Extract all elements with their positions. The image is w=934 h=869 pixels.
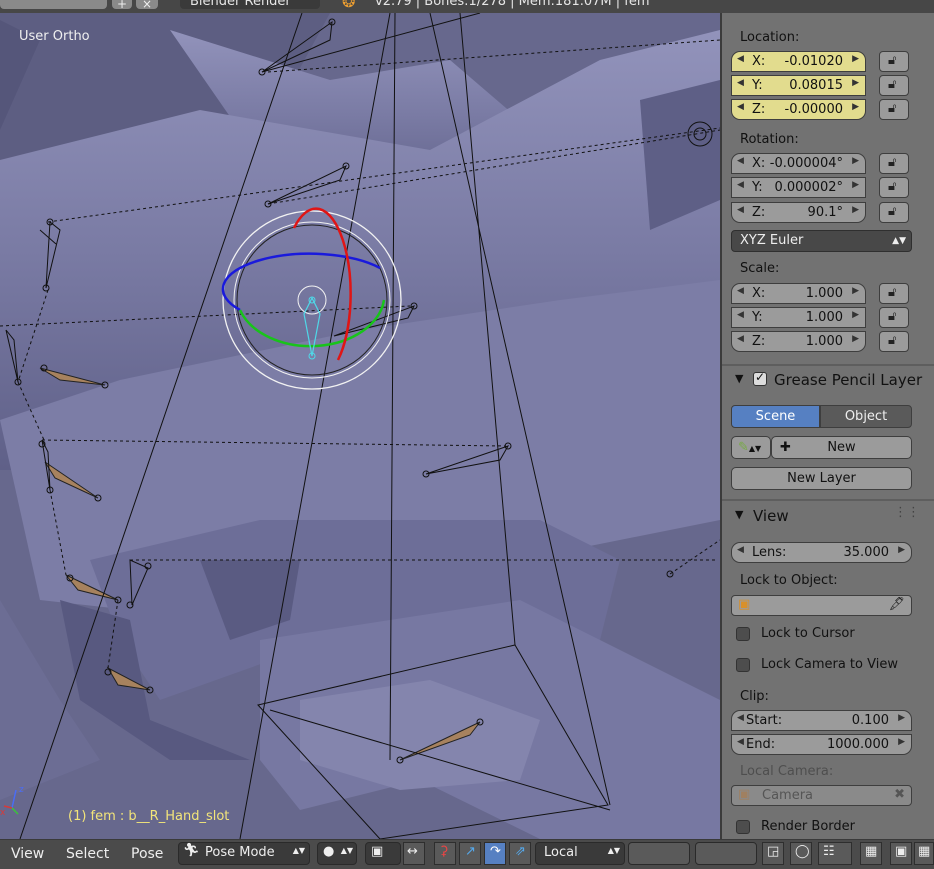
lock-camera-label: Lock Camera to View [761,657,898,672]
lock-rotation-y-icon[interactable]: 🔓︎ [879,177,909,198]
camera-icon: ▣ [738,787,751,802]
render-engine-select[interactable]: Blender Render [180,0,320,9]
render-engine-label: Blender Render [190,0,291,9]
grease-pencil-checkbox[interactable]: ✓ [753,370,767,386]
lock-layers-icon[interactable]: ◲ [762,842,784,865]
rotation-mode-select[interactable]: XYZ Euler ▲▼ [731,230,912,252]
grease-pencil-title: Grease Pencil Layer [774,371,923,389]
rotation-label: Rotation: [740,132,799,147]
viewport-title: User Ortho [19,29,90,44]
lock-to-cursor-label: Lock to Cursor [761,626,855,641]
clear-icon[interactable]: ✖ [894,787,905,802]
rotation-y-field[interactable]: ◀ Y: 0.000002° ▶ [731,177,866,198]
render-animation-icon[interactable]: ▦ [914,842,934,865]
render-camera-icon[interactable]: ▣ [890,842,912,865]
rotation-z-field[interactable]: ◀ Z: 90.1° ▶ [731,202,866,223]
decrement-arrow-icon[interactable]: ◀ [737,54,744,64]
render-border-label: Render Border [761,819,855,834]
lock-to-object-label: Lock to Object: [740,573,838,588]
new-button[interactable]: ✚ New [771,436,912,459]
local-camera-field[interactable]: ▣ Camera ✖ [731,785,912,806]
pencil-icon[interactable]: ✎▲▼ [731,436,771,459]
render-border-checkbox[interactable] [736,820,750,834]
scene-field[interactable] [0,0,107,9]
clip-label: Clip: [740,689,769,704]
panel-separator [722,364,934,366]
drag-handle-icon[interactable]: ⋮⋮ [894,505,920,520]
pivot-point-select[interactable]: ▣ [365,842,401,865]
clip-end-field[interactable]: ◀ End: 1000.000 ▶ [731,734,912,755]
location-x-field[interactable]: ◀ X: -0.01020 ▶ [731,51,866,72]
object-cube-icon: ▣ [738,597,751,612]
collapse-triangle-icon[interactable]: ▼ [735,372,743,385]
blender-logo-icon: ❂ [342,0,356,11]
viewport-shading-select[interactable]: ● ▲▼ [317,842,357,865]
close-icon[interactable]: × [136,0,158,11]
svg-text:z: z [19,785,24,795]
rotate-icon[interactable]: ↷ [484,842,506,865]
lock-scale-y-icon[interactable]: 🔓︎ [879,307,909,328]
snap-target-icon[interactable]: ▦ [860,842,882,865]
clip-start-field[interactable]: ◀ Start: 0.100 ▶ [731,710,912,731]
view-panel-title: View [753,507,789,525]
local-camera-label: Local Camera: [740,764,834,779]
collapse-triangle-icon[interactable]: ▼ [735,508,743,521]
layers-grid-1[interactable] [628,842,690,865]
select-menu[interactable]: Select [66,846,109,862]
plus-icon: ✚ [780,440,791,455]
lock-object-field[interactable]: ▣ 🖋︎ [731,595,912,616]
location-label: Location: [740,30,800,45]
scene-toggle[interactable]: Scene [731,405,820,428]
stats-text: v2.79 | Bones:1/278 | Mem:181.07M | fem [375,0,650,9]
updown-arrows-icon: ▲▼ [892,236,906,246]
scale-y-field[interactable]: ◀ Y: 1.000 ▶ [731,307,866,328]
view-panel-header[interactable]: ▼ View ⋮⋮ [722,503,934,529]
new-layer-button[interactable]: New Layer [731,467,912,490]
lock-scale-x-icon[interactable]: 🔓︎ [879,283,909,304]
pose-menu[interactable]: Pose [131,846,163,862]
properties-sidebar: Location: ◀ X: -0.01020 ▶ ◀ Y: 0.08015 ▶ ◀ Z: -0… [722,13,934,839]
lock-to-cursor-checkbox[interactable] [736,627,750,641]
panel-separator [722,499,934,501]
translate-icon[interactable]: ↗ [459,842,481,865]
scale-icon[interactable]: ⇗ [509,842,531,865]
scene-canvas: z x [0,13,720,839]
location-z-field[interactable]: ◀ Z: -0.00000 ▶ [731,99,866,120]
orientation-select[interactable]: Local ▲▼ [535,842,625,865]
location-y-field[interactable]: ◀ Y: 0.08015 ▶ [731,75,866,96]
manipulator-axes-icon[interactable]: ⚳ [434,842,456,865]
lock-scale-z-icon[interactable]: 🔓︎ [879,331,909,352]
lock-camera-checkbox[interactable] [736,658,750,672]
pose-mode-icon: 🏃︎ [183,843,200,858]
transform-manipulator-icon[interactable]: ↔ [403,842,425,865]
eyedropper-icon[interactable]: 🖋︎ [888,597,905,612]
scale-x-field[interactable]: ◀ X: 1.000 ▶ [731,283,866,304]
lock-location-z-icon[interactable]: 🔓︎ [879,99,909,120]
lock-location-y-icon[interactable]: 🔓︎ [879,75,909,96]
mode-select[interactable]: 🏃︎ Pose Mode ▲▼ [178,842,310,865]
lock-rotation-x-icon[interactable]: 🔓︎ [879,153,909,174]
rotation-x-field[interactable]: ◀ X: -0.000004° ▶ [731,153,866,174]
scale-label: Scale: [740,261,780,276]
pivot-icon: ▣ [371,844,384,859]
snap-element-icon[interactable]: ☷ [818,842,852,865]
grease-pencil-panel-header[interactable]: ▼ ✓ Grease Pencil Layer [722,367,934,393]
lock-location-x-icon[interactable]: 🔓︎ [879,51,909,72]
lock-rotation-z-icon[interactable]: 🔓︎ [879,202,909,223]
svg-text:x: x [0,808,6,818]
proportional-edit-icon[interactable]: ◯ [790,842,812,865]
view-menu[interactable]: View [11,846,44,862]
solid-shading-icon: ● [323,844,335,859]
active-object-label: (1) fem : b__R_Hand_slot [68,809,230,824]
3d-view-header: View Select Pose 🏃︎ Pose Mode ▲▼ ● ▲▼ ▣ … [0,839,934,869]
sidebar-scrollbar[interactable] [926,23,932,835]
increment-arrow-icon[interactable]: ▶ [852,54,859,64]
lens-field[interactable]: ◀ Lens: 35.000 ▶ [731,542,912,563]
3d-viewport[interactable]: z x User Ortho (1) fem : b__R_Hand_slot [0,13,720,839]
scale-z-field[interactable]: ◀ Z: 1.000 ▶ [731,331,866,352]
object-toggle[interactable]: Object [820,405,912,428]
layers-grid-2[interactable] [695,842,757,865]
info-header: + × Blender Render ❂ v2.79 | Bones:1/278… [0,0,934,13]
add-icon[interactable]: + [112,0,132,11]
